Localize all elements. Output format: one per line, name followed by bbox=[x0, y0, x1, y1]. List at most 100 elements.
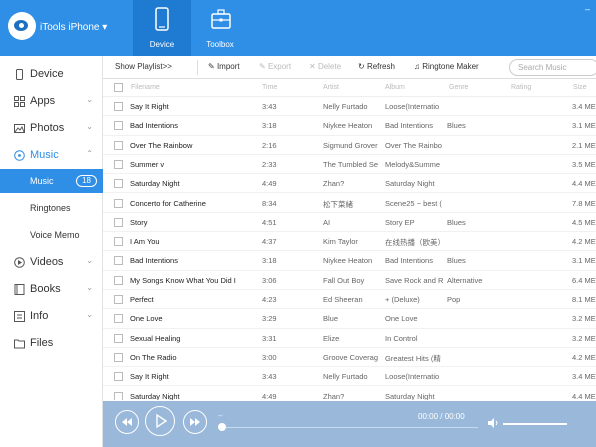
row-checkbox[interactable] bbox=[114, 372, 123, 382]
progress-handle[interactable] bbox=[218, 423, 226, 431]
sidebar-subitem-ringtones[interactable]: Ringtones bbox=[0, 196, 103, 220]
import-button[interactable]: ✎ Import bbox=[208, 62, 240, 71]
cell-size: 4.2 ME bbox=[572, 237, 596, 247]
table-row[interactable]: My Songs Know What You Did I 3:06 Fall Out… bbox=[103, 271, 596, 290]
cell-time: 3:43 bbox=[262, 102, 277, 111]
tab-device[interactable]: Device bbox=[133, 0, 191, 56]
cell-artist: Kim Taylor bbox=[323, 237, 358, 247]
chevron-down-icon: ⌄ bbox=[86, 256, 93, 265]
row-checkbox[interactable] bbox=[114, 159, 123, 169]
sidebar-item-files[interactable]: Files bbox=[0, 331, 103, 357]
device-icon bbox=[16, 69, 23, 80]
table-row[interactable]: Say It Right 3:43 Nelly Furtado Loose(Inter… bbox=[103, 367, 596, 387]
column-header-time[interactable]: Time bbox=[262, 84, 277, 91]
row-checkbox[interactable] bbox=[114, 275, 123, 285]
row-checkbox[interactable] bbox=[114, 256, 123, 266]
table-row[interactable]: Story 4:51 AI Story EP Blues 4.5 ME bbox=[103, 213, 596, 233]
sidebar-item-books[interactable]: Books ⌄ bbox=[0, 277, 103, 303]
cell-artist: Nelly Furtado bbox=[323, 102, 368, 111]
minimize-button[interactable]: – bbox=[585, 4, 590, 14]
cell-genre: Blues bbox=[447, 217, 466, 227]
row-checkbox[interactable] bbox=[114, 391, 123, 400]
volume-slider[interactable] bbox=[503, 423, 567, 425]
sidebar-subitem-music[interactable]: Music 18 bbox=[0, 169, 103, 193]
cell-time: 2:16 bbox=[262, 140, 277, 150]
sidebar-item-photos[interactable]: Photos ⌄ bbox=[0, 116, 103, 142]
cell-artist: 松下菜緒 bbox=[323, 199, 353, 209]
row-checkbox[interactable] bbox=[114, 333, 123, 343]
table-row[interactable]: On The Radio 3:00 Groove Coverag Greatest H… bbox=[103, 348, 596, 368]
column-header-size[interactable]: Size bbox=[573, 84, 587, 91]
cell-size: 3.4 ME bbox=[572, 102, 596, 111]
cell-album: Loose(Internatio bbox=[385, 372, 440, 382]
table-row[interactable]: Over The Rainbow 2:16 Sigmund Grover Over T… bbox=[103, 136, 596, 155]
cell-size: 6.4 ME bbox=[572, 275, 596, 285]
sidebar-item-info[interactable]: Info ⌄ bbox=[0, 304, 103, 330]
table-row[interactable]: Summer v 2:33 The Tumbled Se Melody&Summe 3.… bbox=[103, 155, 596, 175]
sidebar-item-label: Videos bbox=[30, 256, 64, 268]
cell-size: 3.4 ME bbox=[572, 372, 596, 382]
search-input[interactable]: Search Music bbox=[509, 59, 596, 76]
cell-artist: Zhan? bbox=[323, 179, 345, 189]
table-row[interactable]: Sexual Healing 3:31 Elize In Control 3.2 ME bbox=[103, 329, 596, 348]
table-row[interactable]: Concerto for Catherine 8:34 松下菜緒 Scene25 ~ … bbox=[103, 194, 596, 213]
sidebar-subitem-voice-memo[interactable]: Voice Memo bbox=[0, 223, 103, 247]
table-row[interactable]: Saturday Night 4:49 Zhan? Saturday Night 4.4… bbox=[103, 387, 596, 401]
top-bar: iTools iPhone ▾ Device Toolbox – bbox=[0, 0, 596, 56]
row-checkbox[interactable] bbox=[114, 217, 123, 227]
table-row[interactable]: One Love 3:29 Blue One Love 3.2 ME bbox=[103, 309, 596, 329]
player-bar: -- 00:00 / 00:00 bbox=[103, 401, 596, 447]
delete-button[interactable]: ✕ Delete bbox=[309, 62, 341, 71]
sidebar-item-music[interactable]: Music ⌃ bbox=[0, 143, 103, 169]
row-checkbox[interactable] bbox=[114, 314, 123, 324]
sidebar-item-apps[interactable]: Apps ⌄ bbox=[0, 89, 103, 115]
cell-artist: The Tumbled Se bbox=[323, 159, 379, 169]
cell-size: 3.2 ME bbox=[572, 333, 596, 343]
tab-toolbox[interactable]: Toolbox bbox=[191, 0, 249, 56]
table-row[interactable]: Bad Intentions 3:18 Niykee Heaton Bad Inten… bbox=[103, 251, 596, 271]
cell-filename: Over The Rainbow bbox=[130, 140, 193, 150]
cell-album: + (Deluxe) bbox=[385, 295, 420, 304]
cell-size: 4.4 ME bbox=[572, 179, 596, 189]
cell-time: 4:49 bbox=[262, 391, 277, 401]
play-button[interactable] bbox=[145, 406, 175, 436]
row-checkbox[interactable] bbox=[114, 198, 123, 208]
table-row[interactable]: Saturday Night 4:49 Zhan? Saturday Night 4.4… bbox=[103, 174, 596, 194]
table-row[interactable]: I Am You 4:37 Kim Taylor 在线热播（欧美） 4.2 ME bbox=[103, 232, 596, 252]
select-all-checkbox[interactable] bbox=[114, 83, 123, 92]
row-checkbox[interactable] bbox=[114, 179, 123, 189]
cell-album: Saturday Night bbox=[385, 391, 435, 401]
volume-icon[interactable] bbox=[488, 418, 500, 428]
cell-album: Bad Intentions bbox=[385, 256, 433, 266]
column-header-genre[interactable]: Genre bbox=[449, 84, 468, 91]
cell-filename: Say It Right bbox=[130, 102, 169, 111]
row-checkbox[interactable] bbox=[114, 352, 123, 362]
row-checkbox[interactable] bbox=[114, 237, 123, 247]
row-checkbox[interactable] bbox=[114, 102, 123, 111]
row-checkbox[interactable] bbox=[114, 140, 123, 150]
column-header-filename[interactable]: Filename bbox=[131, 84, 160, 91]
sidebar-item-videos[interactable]: Videos ⌄ bbox=[0, 250, 103, 276]
export-button[interactable]: ✎ Export bbox=[259, 62, 291, 71]
cell-album: In Control bbox=[385, 333, 418, 343]
music-table: Say It Right 3:43 Nelly Furtado Loose(Inter… bbox=[103, 97, 596, 400]
column-header-artist[interactable]: Artist bbox=[323, 84, 339, 91]
books-icon bbox=[14, 284, 25, 295]
row-checkbox[interactable] bbox=[114, 295, 123, 304]
videos-icon bbox=[14, 257, 25, 268]
next-button[interactable] bbox=[183, 410, 207, 434]
progress-track[interactable] bbox=[218, 427, 478, 428]
apps-icon bbox=[14, 96, 25, 107]
device-selector[interactable]: iTools iPhone ▾ bbox=[40, 22, 107, 33]
table-row[interactable]: Bad Intentions 3:18 Niykee Heaton Bad Inten… bbox=[103, 116, 596, 136]
column-header-album[interactable]: Album bbox=[385, 84, 405, 91]
show-playlist-button[interactable]: Show Playlist>> bbox=[115, 62, 172, 71]
table-row[interactable]: Perfect 4:23 Ed Sheeran + (Deluxe) Pop 8.1 ME bbox=[103, 290, 596, 310]
ringtone-maker-button[interactable]: ♫ Ringtone Maker bbox=[414, 62, 479, 71]
sidebar-item-device[interactable]: Device bbox=[0, 62, 103, 88]
column-header-rating[interactable]: Rating bbox=[511, 84, 531, 91]
table-row[interactable]: Say It Right 3:43 Nelly Furtado Loose(Inter… bbox=[103, 97, 596, 117]
previous-button[interactable] bbox=[115, 410, 139, 434]
row-checkbox[interactable] bbox=[114, 121, 123, 131]
refresh-button[interactable]: ↻ Refresh bbox=[358, 62, 395, 71]
